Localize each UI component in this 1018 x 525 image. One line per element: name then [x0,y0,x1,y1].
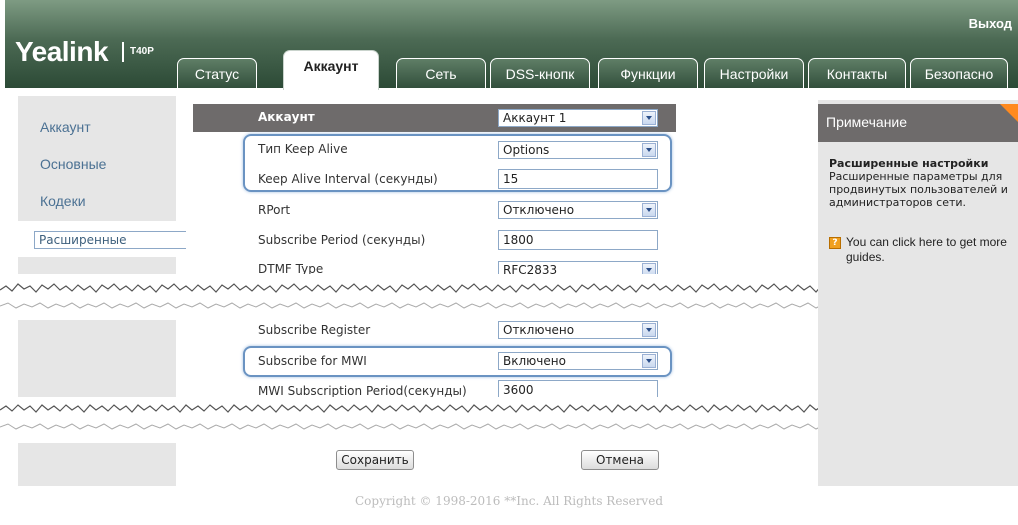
tab-security[interactable]: Безопасно [910,58,1008,88]
save-button[interactable]: Сохранить [336,450,414,470]
brand-logo: Yealink [15,36,109,67]
highlight-mwi [243,346,672,377]
note-text: Расширенные параметры для продвинутых по… [829,170,1008,209]
subscribe-period-label: Subscribe Period (секунды) [258,233,426,247]
highlight-keep-alive [243,134,672,192]
chevron-down-icon [642,323,656,337]
tab-network[interactable]: Сеть [396,58,486,88]
chevron-down-icon [642,111,656,125]
tab-features[interactable]: Функции [598,58,698,88]
note-corner-icon [1000,104,1018,122]
note-title: Примечание [826,114,908,130]
sidebar-item-account[interactable]: Аккаунт [40,119,91,135]
sidebar-item-advanced[interactable]: Расширенные [34,231,194,249]
tab-settings[interactable]: Настройки [704,58,804,88]
rport-value: Отключено [503,203,575,217]
model-label: T40P [130,46,154,57]
rport-label: RPort [258,203,291,217]
rport-select[interactable]: Отключено [498,201,658,219]
note-heading: Расширенные настройки [829,157,989,170]
subscribe-register-label: Subscribe Register [258,323,371,337]
subscribe-period-input[interactable]: 1800 [498,230,658,250]
tab-dss-keys[interactable]: DSS-кнопк [490,58,590,88]
guide-link[interactable]: You can click here to get more guides. [846,235,1016,265]
tab-status[interactable]: Статус [177,58,257,88]
subscribe-register-value: Отключено [503,323,575,337]
logo-separator [122,42,124,62]
subscribe-register-select[interactable]: Отключено [498,321,658,339]
sidebar-item-codecs[interactable]: Кодеки [40,193,86,209]
sidebar-item-basic[interactable]: Основные [40,156,106,172]
account-select[interactable]: Аккаунт 1 [498,109,658,127]
form-header-bar-end [668,104,676,132]
mwi-period-label: MWI Subscription Period(секунды) [258,384,467,398]
tab-account[interactable]: Аккаунт [283,50,379,90]
tab-contacts[interactable]: Контакты [808,58,906,88]
account-select-value: Аккаунт 1 [503,111,567,125]
copyright-text: Copyright © 1998-2016 **Inc. All Rights … [355,494,663,508]
cancel-button[interactable]: Отмена [581,450,659,470]
logout-link[interactable]: Выход [969,16,1012,31]
account-label: Аккаунт [258,110,315,124]
help-icon[interactable]: ? [829,237,841,249]
chevron-down-icon [642,203,656,217]
